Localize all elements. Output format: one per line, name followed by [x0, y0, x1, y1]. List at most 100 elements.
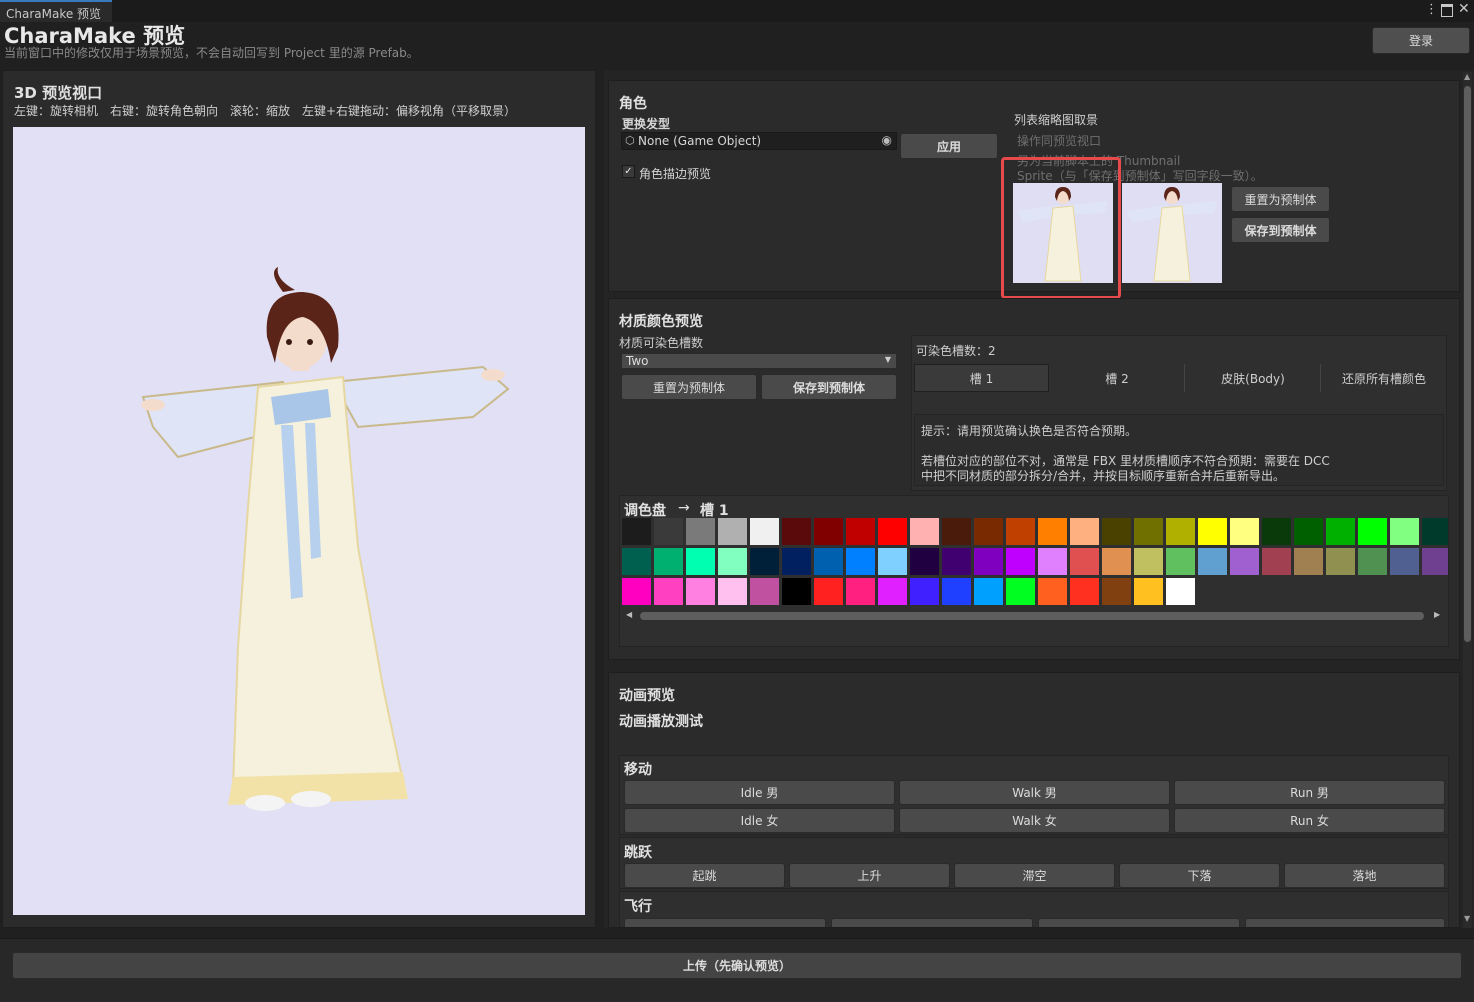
- color-swatch[interactable]: [1070, 518, 1099, 545]
- color-swatch[interactable]: [654, 578, 683, 605]
- run-female-button[interactable]: Run 女: [1174, 808, 1445, 833]
- 3d-viewport[interactable]: [13, 127, 585, 915]
- color-swatch[interactable]: [1230, 518, 1259, 545]
- color-swatch[interactable]: [942, 578, 971, 605]
- color-swatch[interactable]: [974, 518, 1003, 545]
- color-swatch[interactable]: [814, 548, 843, 575]
- color-swatch[interactable]: [1038, 578, 1067, 605]
- upload-button[interactable]: 上传（先确认预览）: [12, 952, 1462, 979]
- color-swatch[interactable]: [1038, 518, 1067, 545]
- material-save-button[interactable]: 保存到预制体: [761, 374, 897, 400]
- palette-scroll-thumb[interactable]: [640, 612, 1424, 620]
- color-swatch[interactable]: [622, 578, 651, 605]
- jump-hang-button[interactable]: 滞空: [954, 863, 1115, 888]
- thumb-save-button[interactable]: 保存到预制体: [1231, 217, 1330, 243]
- color-swatch[interactable]: [1294, 518, 1323, 545]
- color-swatch[interactable]: [750, 578, 779, 605]
- color-swatch[interactable]: [1070, 548, 1099, 575]
- jump-start-button[interactable]: 起跳: [624, 863, 785, 888]
- color-swatch[interactable]: [1198, 548, 1227, 575]
- hair-object-field[interactable]: ⬡ None (Game Object) ◉: [621, 132, 897, 150]
- color-swatch[interactable]: [1166, 548, 1195, 575]
- color-swatch[interactable]: [718, 548, 747, 575]
- vertical-scrollbar[interactable]: ▲ ▼: [1463, 72, 1472, 928]
- color-swatch[interactable]: [878, 548, 907, 575]
- color-swatch[interactable]: [1198, 518, 1227, 545]
- jump-land-button[interactable]: 落地: [1284, 863, 1445, 888]
- color-swatch[interactable]: [1294, 548, 1323, 575]
- color-swatch[interactable]: [974, 578, 1003, 605]
- color-swatch[interactable]: [622, 548, 651, 575]
- color-swatch[interactable]: [782, 548, 811, 575]
- color-swatch[interactable]: [718, 578, 747, 605]
- outline-checkbox[interactable]: ✓: [622, 165, 635, 178]
- run-male-button[interactable]: Run 男: [1174, 780, 1445, 805]
- scroll-down-arrow[interactable]: ▼: [1464, 914, 1470, 923]
- apply-button[interactable]: 应用: [900, 133, 998, 159]
- color-swatch[interactable]: [910, 578, 939, 605]
- tab-skin-body[interactable]: 皮肤(Body): [1186, 364, 1321, 392]
- color-swatch[interactable]: [750, 548, 779, 575]
- color-swatch[interactable]: [846, 548, 875, 575]
- slots-dropdown[interactable]: Two ▼: [621, 353, 897, 369]
- color-swatch[interactable]: [814, 518, 843, 545]
- color-swatch[interactable]: [654, 518, 683, 545]
- color-swatch[interactable]: [1070, 578, 1099, 605]
- color-swatch[interactable]: [686, 578, 715, 605]
- idle-female-button[interactable]: Idle 女: [624, 808, 895, 833]
- close-icon[interactable]: ✕: [1458, 1, 1470, 17]
- color-swatch[interactable]: [654, 548, 683, 575]
- maximize-icon[interactable]: [1441, 4, 1453, 17]
- window-tab[interactable]: CharaMake 预览: [0, 0, 112, 22]
- color-swatch[interactable]: [1390, 548, 1419, 575]
- color-swatch[interactable]: [622, 518, 651, 545]
- color-swatch[interactable]: [1102, 578, 1131, 605]
- color-swatch[interactable]: [718, 518, 747, 545]
- scroll-left-arrow[interactable]: ◀: [626, 610, 632, 619]
- color-swatch[interactable]: [910, 518, 939, 545]
- thumb-reset-button[interactable]: 重置为预制体: [1231, 186, 1330, 212]
- color-swatch[interactable]: [1230, 548, 1259, 575]
- color-swatch[interactable]: [1102, 518, 1131, 545]
- color-swatch[interactable]: [1038, 548, 1067, 575]
- color-swatch[interactable]: [974, 548, 1003, 575]
- color-swatch[interactable]: [942, 518, 971, 545]
- color-swatch[interactable]: [1006, 578, 1035, 605]
- fly-button-2[interactable]: [831, 918, 1033, 927]
- color-swatch[interactable]: [1006, 548, 1035, 575]
- fly-button-3[interactable]: [1038, 918, 1240, 927]
- color-swatch[interactable]: [1358, 518, 1387, 545]
- fly-button-4[interactable]: [1245, 918, 1445, 927]
- color-swatch[interactable]: [1326, 548, 1355, 575]
- color-swatch[interactable]: [1006, 518, 1035, 545]
- scroll-right-arrow[interactable]: ▶: [1434, 610, 1440, 619]
- color-swatch[interactable]: [878, 518, 907, 545]
- kebab-menu-icon[interactable]: ⋮: [1425, 2, 1438, 17]
- color-swatch[interactable]: [782, 518, 811, 545]
- color-swatch[interactable]: [1262, 548, 1291, 575]
- color-swatch[interactable]: [1326, 518, 1355, 545]
- color-swatch[interactable]: [878, 578, 907, 605]
- color-swatch[interactable]: [1134, 578, 1163, 605]
- color-swatch[interactable]: [1422, 518, 1448, 545]
- color-swatch[interactable]: [782, 578, 811, 605]
- color-swatch[interactable]: [1134, 518, 1163, 545]
- material-reset-button[interactable]: 重置为预制体: [621, 374, 757, 400]
- idle-male-button[interactable]: Idle 男: [624, 780, 895, 805]
- color-swatch[interactable]: [686, 518, 715, 545]
- color-swatch[interactable]: [942, 548, 971, 575]
- walk-male-button[interactable]: Walk 男: [899, 780, 1170, 805]
- object-picker-icon[interactable]: ◉: [882, 133, 892, 147]
- color-swatch[interactable]: [1262, 518, 1291, 545]
- color-swatch[interactable]: [910, 548, 939, 575]
- tab-slot-1[interactable]: 槽 1: [914, 364, 1049, 392]
- jump-rise-button[interactable]: 上升: [789, 863, 950, 888]
- color-swatch[interactable]: [814, 578, 843, 605]
- palette-scrollbar[interactable]: ◀ ▶: [622, 610, 1444, 622]
- jump-fall-button[interactable]: 下落: [1119, 863, 1280, 888]
- color-swatch[interactable]: [750, 518, 779, 545]
- tab-slot-2[interactable]: 槽 2: [1050, 364, 1185, 392]
- walk-female-button[interactable]: Walk 女: [899, 808, 1170, 833]
- color-swatch[interactable]: [1102, 548, 1131, 575]
- color-swatch[interactable]: [1422, 548, 1448, 575]
